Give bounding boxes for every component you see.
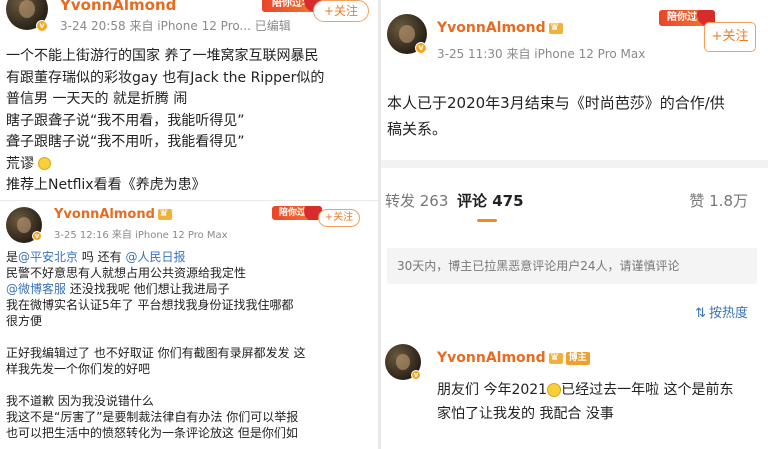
comment-body: 朋友们 今年2021 已经过去一年啦 这个是前东 家怕了让我发的 我配合 没事 [437,378,734,426]
verified-icon: v [411,370,421,380]
username-text: YvonnAlmond [437,350,546,366]
comment-notice: 30天内，博主已拉黑恶意评论用户24人，请谨慎评论 [387,248,757,284]
post-line-text: 荒谬 [6,155,34,172]
follow-button[interactable]: +关注 [704,22,756,52]
active-tab-indicator [477,219,497,222]
username[interactable]: YvonnAlmond [437,20,563,36]
post-line: 是@平安北京 吗 还有 @人民日报 [6,249,305,265]
post-line: 我不道歉 因为我没说错什么 [6,394,154,408]
post-body: 本人已于2020年3月结束与《时尚芭莎》的合作/供 稿关系。 [387,90,725,142]
tab-like[interactable]: 赞 1.8万 [689,190,748,211]
tab-repost[interactable]: 转发 263 [385,190,448,211]
comment-username[interactable]: YvonnAlmond 博主 [437,350,590,366]
sort-label: 按热度 [708,306,748,321]
post-line: 普信男 一天天的 就是折腾 闹 [6,91,188,107]
post-meta: 3-24 20:58 来自 iPhone 12 Pro... 已编辑 [60,19,291,33]
verified-icon: v [32,231,42,241]
post-meta: 3-25 11:30 来自 iPhone 12 Pro Max [437,47,646,61]
crown-icon [157,206,172,220]
mention-link[interactable]: @平安北京 [18,250,78,264]
text: 还没找我呢 他们想让我进局子 [66,282,230,296]
verified-icon: v [36,20,48,32]
comment-line: 家怕了让我发的 我配合 没事 [437,406,614,422]
post-card-2: v YvonnAlmond 3-25 12:16 来自 iPhone 12 Pr… [0,201,378,449]
mention-link[interactable]: @微博客服 [6,282,66,296]
sort-icon: ⇅ [695,306,706,321]
verified-icon: v [415,42,427,54]
text: 已经过去一年啦 这个是前东 [561,382,734,398]
comment-line: 朋友们 今年2021 已经过去一年啦 这个是前东 [437,378,734,402]
post-line: 也可以把生活中的愤怒转化为一条评论放这 但是你们如 [6,426,298,440]
follow-button[interactable]: +关注 [318,209,360,227]
post-detail: v YvonnAlmond 3-25 11:30 来自 iPhone 12 Pr… [381,0,768,449]
festival-sticker: 陪你过年 [272,206,322,220]
text: 朋友们 今年2021 [437,382,548,398]
username[interactable]: YvonnAlmond [54,206,172,222]
username-text: YvonnAlmond [54,207,155,222]
post-line: 瞎子跟聋子说“我不用看，我能听得见” [6,112,245,129]
interaction-tabs: 转发 263 评论 475 赞 1.8万 [381,180,768,222]
username-text: YvonnAlmond [437,20,546,36]
crown-icon [548,350,563,364]
post-line: 有跟董存瑞似的彩妆gay 也有Jack the Ripper似的 [6,69,325,86]
tab-comment[interactable]: 评论 475 [457,190,524,211]
divider [381,160,768,168]
post-line: 我这不是“厉害了”是要制裁法律自有办法 你们可以举报 [6,410,299,424]
laugh-cry-emoji-icon [547,383,562,397]
post-line: 稿关系。 [387,120,448,138]
post-line: @微博客服 还没找我呢 他们想让我进局子 [6,281,305,297]
post-line: 我在微博实名认证5年了 平台想找我身份证找我住哪都 [6,298,294,312]
sort-by-hot-button[interactable]: ⇅ 按热度 [695,302,748,321]
post-card-1: v YvonnAlmond 3-24 20:58 来自 iPhone 12 Pr… [0,0,378,200]
crown-icon [548,20,563,34]
author-badge: 博主 [565,351,590,365]
post-line: 推荐上Netflix看看《养虎为患》 [6,177,206,193]
post-line: 荒谬 [6,154,324,176]
post-body: 一个不能上街游行的国家 养了一堆窝家互联网暴民 有跟董存瑞似的彩妆gay 也有J… [6,46,324,197]
mention-link[interactable]: @人民日报 [125,250,185,264]
text: 吗 还有 [78,250,126,264]
username[interactable]: YvonnAlmond [60,0,176,14]
post-line: 正好我编辑过了 也不好取证 你们有截图有录屏都发发 这 [6,346,306,360]
post-line: 很方便 [6,314,43,328]
post-line: 一个不能上街游行的国家 养了一堆窝家互联网暴民 [6,48,319,64]
post-line: 本人已于2020年3月结束与《时尚芭莎》的合作/供 [387,94,725,112]
post-line: 样我先发一个你们发的好吧 [6,362,151,376]
text: 是 [6,250,19,264]
follow-button[interactable]: +关注 [313,0,369,22]
post-body: 是@平安北京 吗 还有 @人民日报 民警不好意思有人就想占用公共资源给我定性 @… [6,249,305,441]
smile-emoji-icon [38,157,52,170]
post-meta: 3-25 12:16 来自 iPhone 12 Pro Max [54,230,228,241]
post-line: 聋子跟瞎子说“我不用听，我能看得见” [6,134,245,150]
post-line: 民警不好意思有人就想占用公共资源给我定性 [6,266,247,280]
